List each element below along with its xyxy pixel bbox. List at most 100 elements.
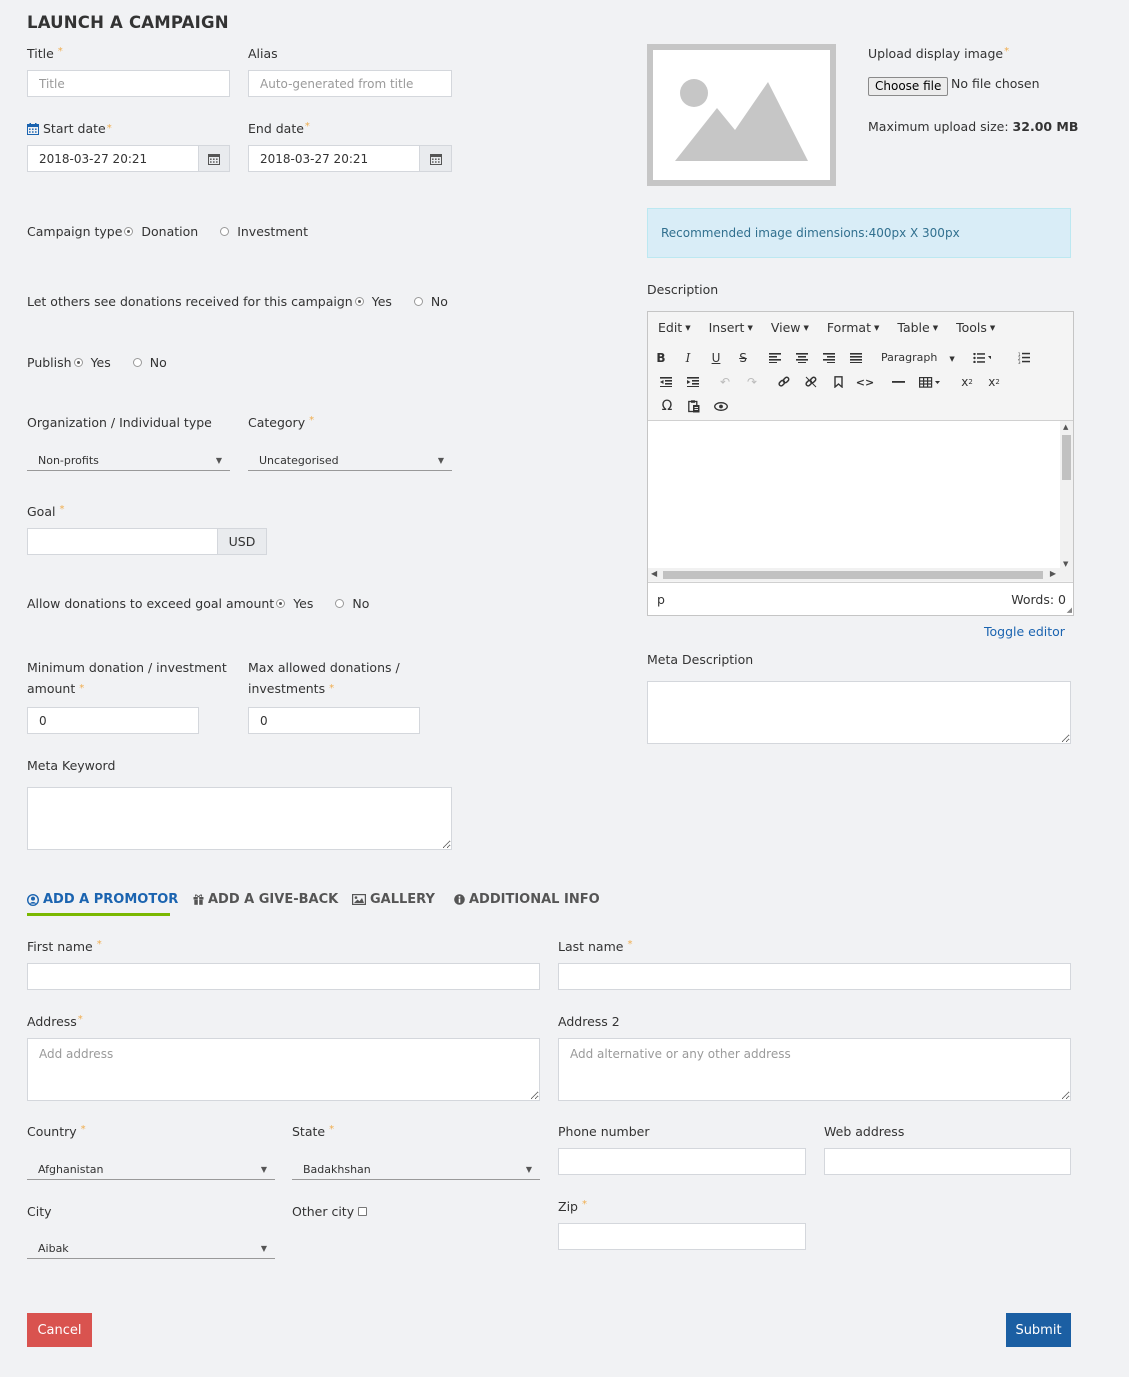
tab-gallery[interactable]: GALLERY <box>352 892 435 907</box>
editor-path[interactable]: p <box>657 592 665 607</box>
max-donations-label: Max allowed donations / investments * <box>248 660 400 696</box>
superscript-icon[interactable]: x2 <box>985 373 1003 391</box>
end-date-input[interactable] <box>248 145 420 172</box>
scroll-right-arrow-icon[interactable]: ▶ <box>1050 569 1056 578</box>
exceed-goal-group: Allow donations to exceed goal amount Ye… <box>27 596 369 611</box>
country-select[interactable]: Afghanistan ▼ <box>27 1159 275 1180</box>
menu-tools[interactable]: Tools ▼ <box>956 320 995 335</box>
editor-content-area[interactable]: ▲ ▼ <box>648 420 1073 569</box>
align-center-icon[interactable] <box>793 349 811 367</box>
code-icon[interactable]: <> <box>856 373 874 391</box>
last-name-input[interactable] <box>558 963 1071 990</box>
exceed-goal-yes-radio[interactable] <box>276 599 286 608</box>
campaign-type-investment-radio[interactable] <box>220 227 230 236</box>
indent-icon[interactable] <box>684 373 702 391</box>
align-left-icon[interactable] <box>766 349 784 367</box>
numbered-list-icon[interactable]: 123 <box>1018 349 1036 367</box>
org-type-select[interactable]: Non-profits ▼ <box>27 450 230 471</box>
horizontal-rule-icon[interactable] <box>889 373 907 391</box>
show-donations-group: Let others see donations received for th… <box>27 294 448 309</box>
meta-description-textarea[interactable] <box>647 681 1071 744</box>
editor-horizontal-scrollbar[interactable]: ◀ ▶ <box>648 568 1073 581</box>
meta-description-label: Meta Description <box>647 652 754 667</box>
underline-icon[interactable]: U <box>707 349 725 367</box>
upload-image-label: Upload display image* <box>868 46 1010 61</box>
redo-icon[interactable]: ↷ <box>743 373 761 391</box>
scroll-left-arrow-icon[interactable]: ◀ <box>651 569 657 578</box>
calendar-icon <box>27 122 39 135</box>
publish-no-radio[interactable] <box>132 358 142 367</box>
publish-yes-label: Yes <box>90 355 111 370</box>
title-label: Title * <box>27 46 63 61</box>
bookmark-icon[interactable] <box>829 373 847 391</box>
tab-add-promotor[interactable]: ADD A PROMOTOR <box>27 892 178 907</box>
city-label: City <box>27 1204 52 1219</box>
meta-keyword-textarea[interactable] <box>27 787 452 850</box>
start-date-picker-button[interactable] <box>199 145 230 172</box>
tab-additional-info[interactable]: ADDITIONAL INFO <box>454 892 600 907</box>
preview-icon[interactable] <box>712 397 730 415</box>
menu-format[interactable]: Format ▼ <box>827 320 879 335</box>
start-date-label: Start date * <box>27 121 112 136</box>
menu-view[interactable]: View ▼ <box>771 320 809 335</box>
address-label: Address* <box>27 1014 83 1029</box>
choose-file-button[interactable]: Choose file <box>868 77 949 96</box>
bullet-list-icon[interactable] <box>973 349 991 367</box>
editor-horizontal-scroll-thumb[interactable] <box>663 571 1043 579</box>
toggle-editor-link[interactable]: Toggle editor <box>984 624 1065 639</box>
title-input[interactable] <box>27 70 230 97</box>
zip-input[interactable] <box>558 1223 806 1250</box>
phone-input[interactable] <box>558 1148 806 1175</box>
unlink-icon[interactable] <box>802 373 820 391</box>
description-editor: Edit ▼ Insert ▼ View ▼ Format ▼ Table ▼ Tools… <box>647 311 1074 616</box>
special-char-icon[interactable]: Ω <box>658 397 676 415</box>
exceed-goal-no-radio[interactable] <box>335 599 345 608</box>
zip-label: Zip * <box>558 1199 587 1214</box>
menu-table[interactable]: Table ▼ <box>897 320 938 335</box>
undo-icon[interactable]: ↶ <box>716 373 734 391</box>
page-title: LAUNCH A CAMPAIGN <box>27 13 229 32</box>
campaign-type-donation-radio[interactable] <box>124 227 134 236</box>
goal-input[interactable] <box>27 528 218 555</box>
alias-input[interactable] <box>248 70 452 97</box>
align-justify-icon[interactable] <box>847 349 865 367</box>
align-right-icon[interactable] <box>820 349 838 367</box>
italic-icon[interactable]: I <box>679 349 697 367</box>
cancel-button[interactable]: Cancel <box>27 1313 92 1347</box>
min-donation-input[interactable] <box>27 707 199 734</box>
menu-edit[interactable]: Edit ▼ <box>658 320 691 335</box>
show-donations-no-radio[interactable] <box>413 297 423 306</box>
start-date-input[interactable] <box>27 145 199 172</box>
scroll-down-arrow-icon[interactable]: ▼ <box>1063 560 1068 568</box>
strikethrough-icon[interactable]: S <box>734 349 752 367</box>
bold-icon[interactable]: B <box>652 349 670 367</box>
editor-vertical-scroll-thumb[interactable] <box>1062 435 1071 480</box>
publish-yes-radio[interactable] <box>73 358 83 367</box>
resize-handle-icon[interactable]: ◢ <box>1067 606 1072 614</box>
paste-text-icon[interactable] <box>685 397 703 415</box>
table-icon[interactable] <box>918 373 946 391</box>
submit-button[interactable]: Submit <box>1006 1313 1071 1347</box>
outdent-icon[interactable] <box>657 373 675 391</box>
first-name-input[interactable] <box>27 963 540 990</box>
web-address-input[interactable] <box>824 1148 1071 1175</box>
image-dimensions-alert: Recommended image dimensions:400px X 300… <box>647 208 1071 258</box>
scroll-up-arrow-icon[interactable]: ▲ <box>1063 423 1068 431</box>
link-icon[interactable] <box>775 373 793 391</box>
editor-vertical-scrollbar[interactable]: ▲ ▼ <box>1060 421 1073 569</box>
address2-textarea[interactable] <box>558 1038 1071 1101</box>
end-date-picker-button[interactable] <box>420 145 452 172</box>
category-select[interactable]: Uncategorised ▼ <box>248 450 452 471</box>
address-textarea[interactable] <box>27 1038 540 1101</box>
state-select[interactable]: Badakhshan ▼ <box>292 1159 540 1180</box>
file-status: No file chosen <box>951 76 1040 91</box>
max-donations-input[interactable] <box>248 707 420 734</box>
menu-insert[interactable]: Insert ▼ <box>709 320 753 335</box>
subscript-icon[interactable]: x2 <box>958 373 976 391</box>
calendar-icon <box>208 153 220 165</box>
block-format-select[interactable]: Paragraph ▼ <box>881 351 955 364</box>
tab-add-give-back[interactable]: ADD A GIVE-BACK <box>193 892 338 907</box>
other-city-checkbox[interactable] <box>358 1207 368 1216</box>
show-donations-yes-radio[interactable] <box>354 297 364 306</box>
city-select[interactable]: Aibak ▼ <box>27 1238 275 1259</box>
